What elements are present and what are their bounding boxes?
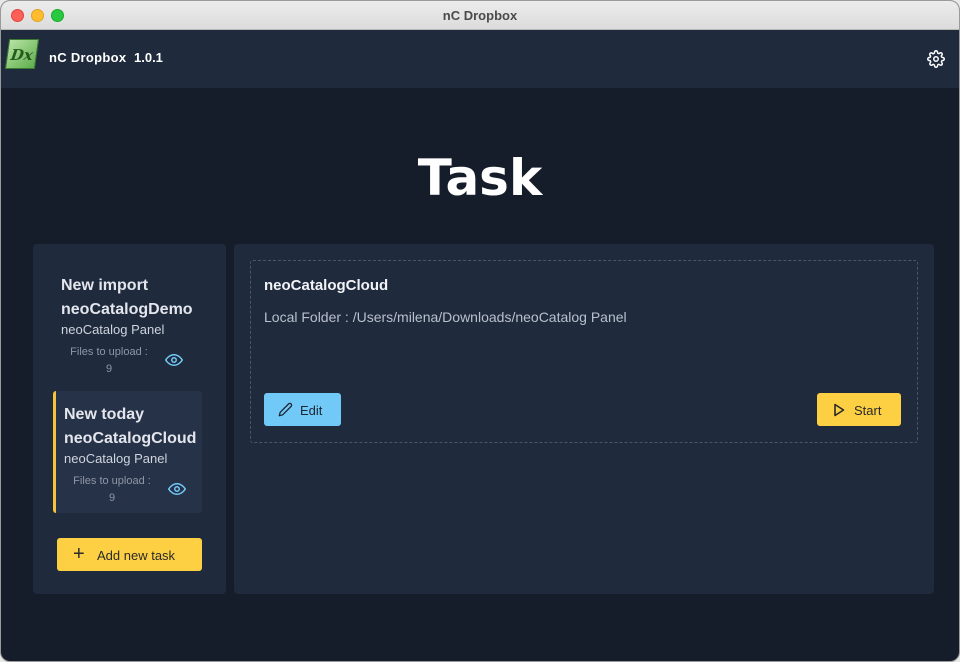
logo-text: Dx xyxy=(9,46,35,64)
play-icon xyxy=(834,403,845,417)
app-header: Dx nC Dropbox 1.0.1 xyxy=(1,30,959,88)
task-detail-card: neoCatalogCloud Local Folder : /Users/mi… xyxy=(250,260,918,443)
edit-button-label: Edit xyxy=(300,403,323,418)
start-button-label: Start xyxy=(854,403,882,418)
task-list-panel: New import neoCatalogDemo neoCatalog Pan… xyxy=(33,244,226,594)
task-detail-name: neoCatalogCloud xyxy=(264,277,389,294)
start-button[interactable]: Start xyxy=(817,393,901,426)
app-version: 1.0.1 xyxy=(134,50,163,65)
files-to-upload: Files to upload : 9 xyxy=(63,344,155,378)
add-new-task-label: Add new task xyxy=(97,548,176,563)
gear-icon[interactable] xyxy=(927,50,945,68)
plus-icon: + xyxy=(73,543,85,565)
files-to-upload-label: Files to upload : xyxy=(73,475,151,487)
edit-button[interactable]: Edit xyxy=(264,393,341,426)
files-to-upload-count: 9 xyxy=(108,492,116,504)
pencil-icon xyxy=(278,402,293,417)
files-to-upload-count: 9 xyxy=(105,363,113,375)
task-name: New import neoCatalogDemo xyxy=(61,277,193,318)
task-panel-name: neoCatalog Panel xyxy=(61,322,165,337)
eye-icon[interactable] xyxy=(165,353,183,367)
files-to-upload: Files to upload : 9 xyxy=(66,473,158,507)
task-card-neocatalogdemo[interactable]: New import neoCatalogDemo neoCatalog Pan… xyxy=(53,262,202,384)
task-card-neocatalogcloud[interactable]: New today neoCatalogCloud neoCatalog Pan… xyxy=(53,391,202,513)
app-logo: Dx xyxy=(4,39,40,69)
add-new-task-button[interactable]: + Add new task xyxy=(57,538,202,571)
app-window: nC Dropbox Dx nC Dropbox 1.0.1 Task New … xyxy=(0,0,960,662)
window-title: nC Dropbox xyxy=(442,8,518,23)
task-name: New today neoCatalogCloud xyxy=(64,406,197,447)
local-folder-path: Local Folder : /Users/milena/Downloads/n… xyxy=(264,309,627,325)
eye-icon[interactable] xyxy=(168,482,186,496)
task-detail-panel: neoCatalogCloud Local Folder : /Users/mi… xyxy=(234,244,934,594)
title-bar: nC Dropbox xyxy=(1,1,959,30)
task-panel-name: neoCatalog Panel xyxy=(64,451,168,466)
app-name: nC Dropbox xyxy=(49,50,127,65)
page-title: Task xyxy=(417,149,543,207)
files-to-upload-label: Files to upload : xyxy=(70,346,148,358)
